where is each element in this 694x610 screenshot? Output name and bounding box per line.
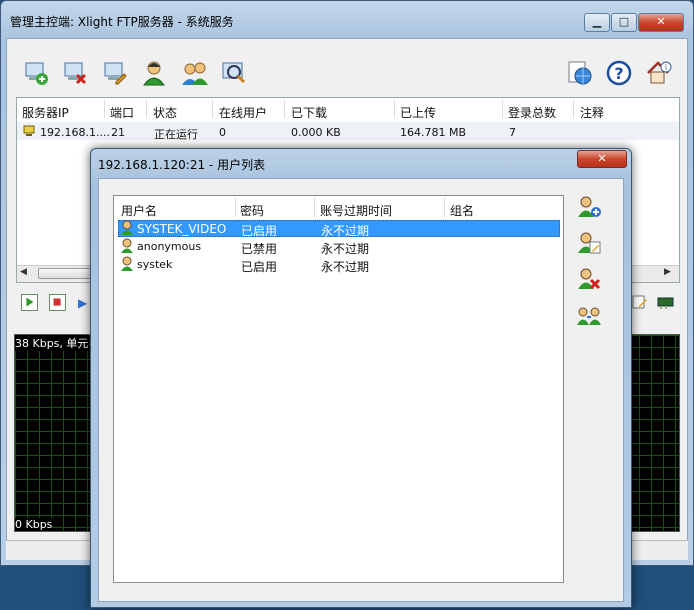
cell-downloaded: 0.000 KB [291, 126, 341, 139]
maximize-button[interactable]: □ [611, 13, 637, 32]
svg-text:i: i [665, 63, 667, 72]
scroll-right-arrow[interactable]: ▶ [664, 267, 671, 277]
copy-user-icon[interactable] [576, 302, 602, 328]
delete-server-icon[interactable] [62, 60, 88, 86]
edit-server-icon[interactable] [102, 60, 128, 86]
server-status-icon [23, 125, 35, 137]
dialog-title: 192.168.1.120:21 - 用户列表 [98, 158, 266, 172]
home-info-icon[interactable]: i [646, 60, 672, 86]
user-name[interactable]: anonymous [137, 240, 201, 253]
add-user-icon[interactable] [576, 194, 602, 220]
column-header-uploaded[interactable]: 已上传 [400, 104, 436, 121]
minimize-button[interactable]: ▁ [584, 13, 610, 32]
delete-user-icon[interactable] [576, 266, 602, 292]
close-button[interactable]: ✕ [638, 13, 684, 32]
user-expiry: 永不过期 [321, 260, 370, 274]
column-header-password[interactable]: 密码 [240, 202, 264, 219]
user-expiry: 永不过期 [321, 224, 370, 238]
user-password-state: 已禁用 [241, 242, 278, 256]
column-header-port[interactable]: 端口 [110, 104, 134, 121]
column-divider [212, 100, 213, 118]
next-icon[interactable]: ▶ [78, 296, 87, 310]
user-icon[interactable] [141, 60, 167, 86]
user-password-state: 已启用 [241, 260, 278, 274]
column-header-total-logins[interactable]: 登录总数 [508, 104, 556, 121]
edit-icon[interactable] [632, 294, 648, 310]
cell-port: 21 [111, 126, 125, 139]
column-header-downloaded[interactable]: 已下载 [291, 104, 327, 121]
column-divider [284, 100, 285, 118]
column-divider [573, 100, 574, 118]
column-divider [394, 100, 395, 118]
cell-ip: 192.168.1.... [40, 126, 110, 139]
column-header-username[interactable]: 用户名 [121, 202, 157, 219]
column-header-expiry[interactable]: 账号过期时间 [320, 202, 392, 219]
add-server-icon[interactable] [23, 60, 49, 86]
users-icon[interactable] [180, 60, 210, 86]
globe-icon[interactable] [567, 60, 593, 86]
column-divider [314, 197, 315, 217]
help-icon[interactable]: ? [606, 60, 632, 86]
cell-online-users: 0 [219, 126, 226, 139]
scroll-left-arrow[interactable]: ◀ [20, 267, 27, 277]
user-password-state: 已启用 [241, 224, 278, 238]
user-expiry: 永不过期 [321, 242, 370, 256]
graph-top-label: 38 Kbps, 单元= [15, 335, 98, 351]
user-row-icon [120, 220, 134, 235]
main-window-title: 管理主控端: Xlight FTP服务器 - 系统服务 [10, 15, 234, 29]
column-header-group[interactable]: 组名 [450, 202, 474, 219]
column-header-online-users[interactable]: 在线用户 [219, 104, 267, 121]
cell-total-logins: 7 [509, 126, 516, 139]
svg-text:?: ? [614, 64, 623, 83]
column-divider [104, 100, 105, 118]
play-button[interactable] [21, 294, 38, 311]
column-header-status[interactable]: 状态 [153, 104, 177, 121]
column-divider [235, 197, 236, 217]
column-divider [146, 100, 147, 118]
search-icon[interactable] [221, 60, 247, 86]
user-row-icon [120, 256, 134, 271]
stop-button[interactable] [49, 294, 66, 311]
cell-uploaded: 164.781 MB [400, 126, 467, 139]
edit-user-icon[interactable] [576, 230, 602, 256]
column-divider [444, 197, 445, 217]
network-card-icon[interactable] [657, 294, 675, 310]
column-header-notes[interactable]: 注释 [580, 104, 604, 121]
column-header-ip[interactable]: 服务器IP [22, 104, 69, 121]
dialog-close-button[interactable]: ✕ [577, 150, 627, 168]
user-name[interactable]: systek [137, 258, 172, 271]
column-divider [502, 100, 503, 118]
cell-status: 正在运行 [154, 128, 198, 141]
graph-bottom-label: 0 Kbps [15, 518, 53, 531]
user-name[interactable]: SYSTEK_VIDEO [137, 222, 226, 236]
user-row-icon [120, 238, 134, 253]
